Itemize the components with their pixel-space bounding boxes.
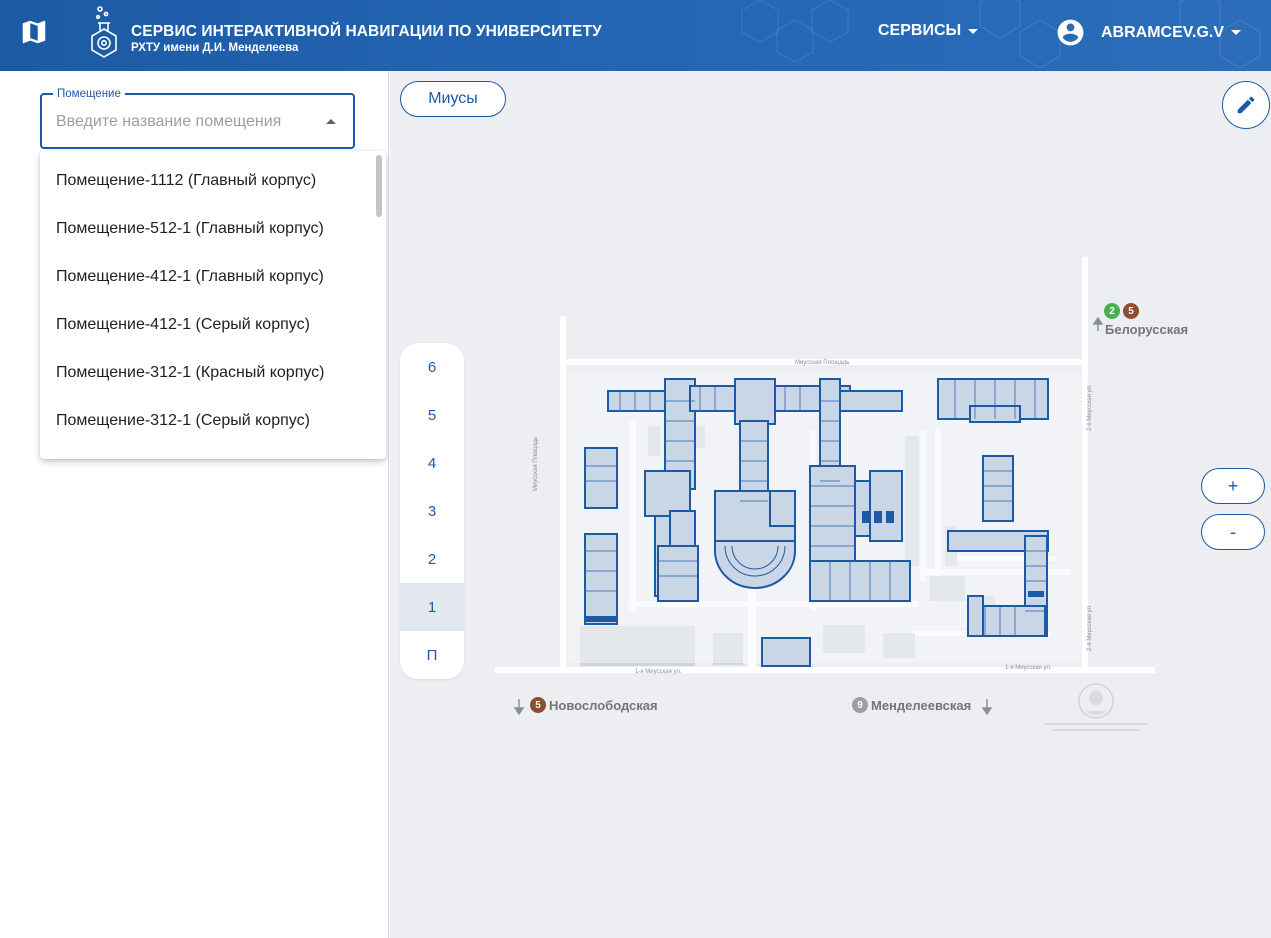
chevron-down-icon <box>968 28 979 34</box>
app-subtitle: РХТУ имени Д.И. Менделеева <box>131 42 299 54</box>
account-circle-icon <box>1057 19 1084 46</box>
mendeleev-portrait-watermark <box>1044 683 1148 731</box>
zoom-in-button[interactable]: + <box>1201 468 1265 504</box>
campus-map[interactable] <box>390 71 1271 938</box>
dropdown-scrollbar[interactable] <box>376 155 382 217</box>
edit-button[interactable] <box>1222 81 1270 129</box>
zoom-out-button[interactable]: - <box>1201 514 1265 550</box>
room-search-label: Помещение <box>53 87 125 101</box>
dropdown-option[interactable]: Помещение-1112 (Главный корпус) <box>40 157 386 205</box>
floor-button-basement[interactable]: П <box>400 631 464 679</box>
street-label-bottom-left: 1-я Миусская ул. <box>635 669 682 675</box>
street-label-top: Миусская Площадь <box>795 360 850 366</box>
floor-button-1[interactable]: 1 <box>400 583 464 631</box>
chevron-up-icon[interactable] <box>326 119 336 124</box>
dropdown-option[interactable]: Помещение-312-1 (Серый корпус) <box>40 397 386 445</box>
room-search-field[interactable]: Помещение Введите название помещения <box>40 87 355 149</box>
floor-button-4[interactable]: 4 <box>400 439 464 487</box>
metro-belorusskaya-lines: 2 5 <box>1104 303 1142 319</box>
floor-button-6[interactable]: 6 <box>400 343 464 391</box>
room-search-dropdown: Помещение-1112 (Главный корпус) Помещени… <box>40 151 386 459</box>
sidebar: Помещение Введите название помещения Пом… <box>0 71 389 938</box>
pencil-icon <box>1237 96 1255 114</box>
map-icon[interactable] <box>19 17 49 47</box>
metro-line-badge: 5 <box>1123 303 1139 319</box>
map-area[interactable]: Миусская Площадь Миусская Площадь 2-я Ми… <box>390 71 1271 938</box>
metro-mendeleevskaya: 9 Менделеевская <box>852 697 971 713</box>
floor-button-2[interactable]: 2 <box>400 535 464 583</box>
user-name: ABRAMCEV.G.V <box>1101 23 1224 41</box>
campus-select-button[interactable]: Миусы <box>400 81 506 117</box>
app-title: СЕРВИС ИНТЕРАКТИВНОЙ НАВИГАЦИИ ПО УНИВЕР… <box>131 23 602 40</box>
app-header: СЕРВИС ИНТЕРАКТИВНОЙ НАВИГАЦИИ ПО УНИВЕР… <box>0 0 1271 71</box>
metro-belorusskaya: Белорусская <box>1105 322 1188 337</box>
street-label-bottom-right: 1-я Миусская ул. <box>1005 665 1052 671</box>
dropdown-option[interactable]: Помещение-412-1 (Главный корпус) <box>40 253 386 301</box>
dropdown-option[interactable]: Помещение-312-1 (Красный корпус) <box>40 349 386 397</box>
dropdown-option[interactable]: Помещение-412-1 (Серый корпус) <box>40 301 386 349</box>
metro-station-name: Менделеевская <box>871 697 972 713</box>
metro-novoslobodskaya: 5 Новослободская <box>530 697 658 713</box>
user-menu-button[interactable]: ABRAMCEV.G.V <box>1055 17 1241 48</box>
floor-button-3[interactable]: 3 <box>400 487 464 535</box>
metro-station-name: Белорусская <box>1105 322 1189 337</box>
room-search-input[interactable]: Введите название помещения <box>56 113 281 131</box>
metro-line-badge: 2 <box>1104 303 1120 319</box>
metro-station-name: Новослободская <box>549 697 658 713</box>
flask-logo-icon <box>91 6 117 58</box>
services-menu-button[interactable]: СЕРВИСЫ <box>878 22 979 40</box>
street-label-left: Миусская Площадь <box>533 436 539 491</box>
street-label-right-top: 2-я Миусская ул. <box>1087 384 1093 431</box>
chevron-down-icon <box>1230 30 1241 35</box>
metro-line-badge: 9 <box>852 697 868 713</box>
street-label-right-bottom: 2-я Миусская ул. <box>1087 604 1093 651</box>
dropdown-option[interactable]: Помещение-512-1 (Главный корпус) <box>40 205 386 253</box>
floor-selector: 6 5 4 3 2 1 П <box>400 343 464 679</box>
floor-button-5[interactable]: 5 <box>400 391 464 439</box>
metro-line-badge: 5 <box>530 697 546 713</box>
services-label: СЕРВИСЫ <box>878 22 962 39</box>
